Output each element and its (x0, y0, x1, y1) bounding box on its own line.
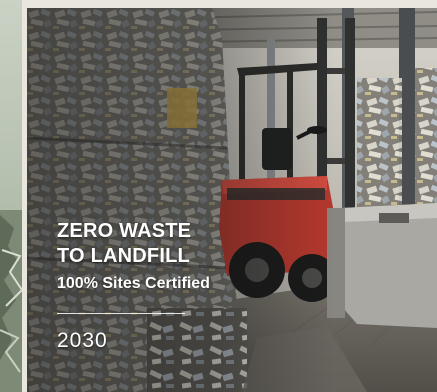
headline-line-1: ZERO WASTE (57, 220, 192, 242)
sustainability-card[interactable]: ZERO WASTE TO LANDFILL 100% Sites Certif… (27, 8, 437, 392)
adjacent-card-edge (0, 0, 22, 392)
card-subline: 100% Sites Certified (57, 275, 210, 292)
target-year: 2030 (57, 329, 108, 352)
screenshot-frame: ZERO WASTE TO LANDFILL 100% Sites Certif… (0, 0, 437, 392)
headline-line-2: TO LANDFILL (57, 245, 190, 267)
caption-divider (57, 313, 185, 314)
card-headline: ZERO WASTE TO LANDFILL (57, 219, 210, 269)
adjacent-card-image (0, 210, 22, 392)
card-caption: ZERO WASTE TO LANDFILL 100% Sites Certif… (57, 219, 210, 354)
